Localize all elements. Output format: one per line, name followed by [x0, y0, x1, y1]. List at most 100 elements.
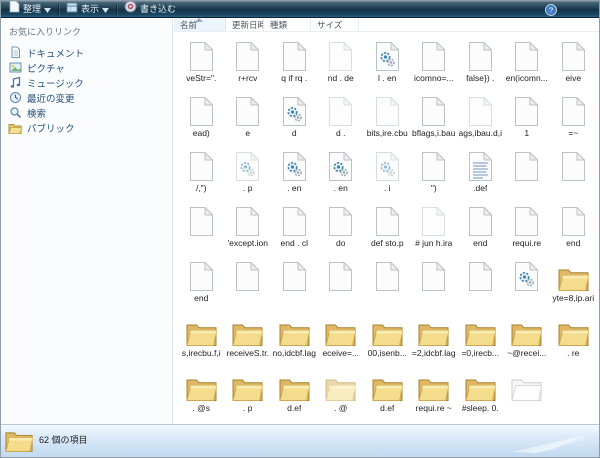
file-item[interactable]: requi.re	[504, 199, 551, 254]
file-item[interactable]	[457, 254, 504, 309]
folder-item[interactable]: ~@recei...	[504, 309, 551, 364]
file-item[interactable]	[411, 254, 458, 309]
file-item[interactable]	[271, 254, 318, 309]
folder-item[interactable]: d.ef	[271, 364, 318, 419]
file-item[interactable]: d .	[318, 89, 365, 144]
file-label: eceive=...	[322, 348, 359, 358]
file-item[interactable]: /,")	[178, 144, 225, 199]
chevron-down-icon	[44, 0, 51, 18]
sidebar-item-documents[interactable]: ドキュメント	[1, 45, 172, 60]
sidebar-item-music[interactable]: ミュージック	[1, 75, 172, 90]
folder-item[interactable]: =0,irecb...	[457, 309, 504, 364]
file-item[interactable]: .def	[457, 144, 504, 199]
file-item[interactable]: ead)	[178, 89, 225, 144]
file-item[interactable]: nd . de	[318, 34, 365, 89]
file-item[interactable]: r+rcv	[225, 34, 272, 89]
sidebar-item-pictures[interactable]: ピクチャ	[1, 60, 172, 75]
file-label: =2,idcbf.lag	[412, 348, 456, 358]
sidebar-item-search[interactable]: 検索	[1, 105, 172, 120]
file-item[interactable]: 1	[504, 89, 551, 144]
file-item[interactable]	[318, 254, 365, 309]
folder-item[interactable]	[504, 364, 551, 419]
document-icon	[282, 256, 307, 292]
file-item[interactable]	[550, 144, 597, 199]
file-item[interactable]: bflags,i.bau	[411, 89, 458, 144]
column-header-name[interactable]: 名前	[174, 18, 226, 31]
file-item[interactable]	[504, 254, 551, 309]
file-list-area: 名前 更新日時 種類 サイズ veStr=".r+rcv q if rq . nd …	[174, 18, 599, 424]
file-label: . @	[334, 403, 347, 413]
file-item[interactable]: end . cl	[271, 199, 318, 254]
column-headers: 名前 更新日時 種類 サイズ	[174, 18, 599, 32]
file-label: ~@recei...	[507, 348, 546, 358]
file-item[interactable]: 'except.ion	[225, 199, 272, 254]
help-button[interactable]: ?	[545, 3, 557, 15]
folder-item[interactable]: . @s	[178, 364, 225, 419]
organize-button[interactable]: 整理	[5, 2, 55, 16]
file-item[interactable]: . en	[271, 144, 318, 199]
file-item[interactable]: end	[550, 199, 597, 254]
views-button[interactable]: 表示	[62, 2, 113, 16]
file-item[interactable]: =~	[550, 89, 597, 144]
column-header-date-modified[interactable]: 更新日時	[226, 18, 264, 31]
file-item[interactable]: en(icomn...	[504, 34, 551, 89]
file-item[interactable]: . i	[364, 144, 411, 199]
file-item[interactable]: ags,ibau.d,i	[457, 89, 504, 144]
file-item[interactable]: def sto.p	[364, 199, 411, 254]
gear-document-icon	[282, 146, 307, 182]
file-item[interactable]: icomno=...	[411, 34, 458, 89]
file-label: def sto.p	[371, 238, 404, 248]
folder-item[interactable]: requi.re ~	[411, 364, 458, 419]
file-item[interactable]: do	[318, 199, 365, 254]
folder-item[interactable]: yte=8,ip.ari	[550, 254, 597, 309]
sidebar-item-label: 最近の変更	[27, 91, 75, 105]
file-item[interactable]: l . en	[364, 34, 411, 89]
file-item[interactable]: # jun h.ira	[411, 199, 458, 254]
folder-item[interactable]: . p	[225, 364, 272, 419]
folder-item[interactable]: 00,isenb...	[364, 309, 411, 364]
folder-icon	[418, 366, 449, 402]
file-item[interactable]: q if rq .	[271, 34, 318, 89]
file-item[interactable]	[504, 144, 551, 199]
file-item[interactable]: . p	[225, 144, 272, 199]
file-label: q if rq .	[281, 73, 307, 83]
file-item[interactable]: veStr=".	[178, 34, 225, 89]
file-item[interactable]: end	[457, 199, 504, 254]
folder-item[interactable]: #sleep. 0.	[457, 364, 504, 419]
document-icon	[561, 36, 586, 72]
file-item[interactable]: e	[225, 89, 272, 144]
folder-item[interactable]: no,idcbf.lag	[271, 309, 318, 364]
file-label: nd . de	[328, 73, 354, 83]
music-icon	[8, 76, 22, 89]
folder-icon	[511, 311, 542, 347]
file-grid: veStr=".r+rcv q if rq . nd . de l . enicomn…	[178, 34, 597, 419]
folder-item[interactable]: eceive=...	[318, 309, 365, 364]
folder-item[interactable]: d.ef	[364, 364, 411, 419]
file-item[interactable]	[225, 254, 272, 309]
document-icon	[328, 256, 353, 292]
file-item[interactable]: false}) .	[457, 34, 504, 89]
folder-item[interactable]: receiveS.tr.	[225, 309, 272, 364]
file-item[interactable]: bits,ire.cbu	[364, 89, 411, 144]
file-item[interactable]	[178, 199, 225, 254]
file-item[interactable]: end	[178, 254, 225, 309]
burn-button[interactable]: 書き込む	[120, 2, 180, 16]
folder-item[interactable]: . re	[550, 309, 597, 364]
file-item[interactable]	[364, 254, 411, 309]
sidebar-item-recent-changes[interactable]: 最近の変更	[1, 90, 172, 105]
file-item[interactable]: d	[271, 89, 318, 144]
file-label: d.ef	[287, 403, 301, 413]
column-header-type[interactable]: 種類	[264, 18, 311, 31]
folder-item[interactable]: =2,idcbf.lag	[411, 309, 458, 364]
folder-item[interactable]: s,irecbu.f,i	[178, 309, 225, 364]
folder-item[interactable]: . @	[318, 364, 365, 419]
file-label: . @s	[192, 403, 210, 413]
file-label: # jun h.ira	[415, 238, 452, 248]
file-item[interactable]: . en	[318, 144, 365, 199]
file-item[interactable]: ")	[411, 144, 458, 199]
file-item[interactable]: eive	[550, 34, 597, 89]
sort-ascending-icon	[195, 18, 203, 22]
documents-icon	[8, 46, 22, 59]
sidebar-item-public-folder[interactable]: パブリック	[1, 120, 172, 135]
column-header-size[interactable]: サイズ	[311, 18, 359, 31]
